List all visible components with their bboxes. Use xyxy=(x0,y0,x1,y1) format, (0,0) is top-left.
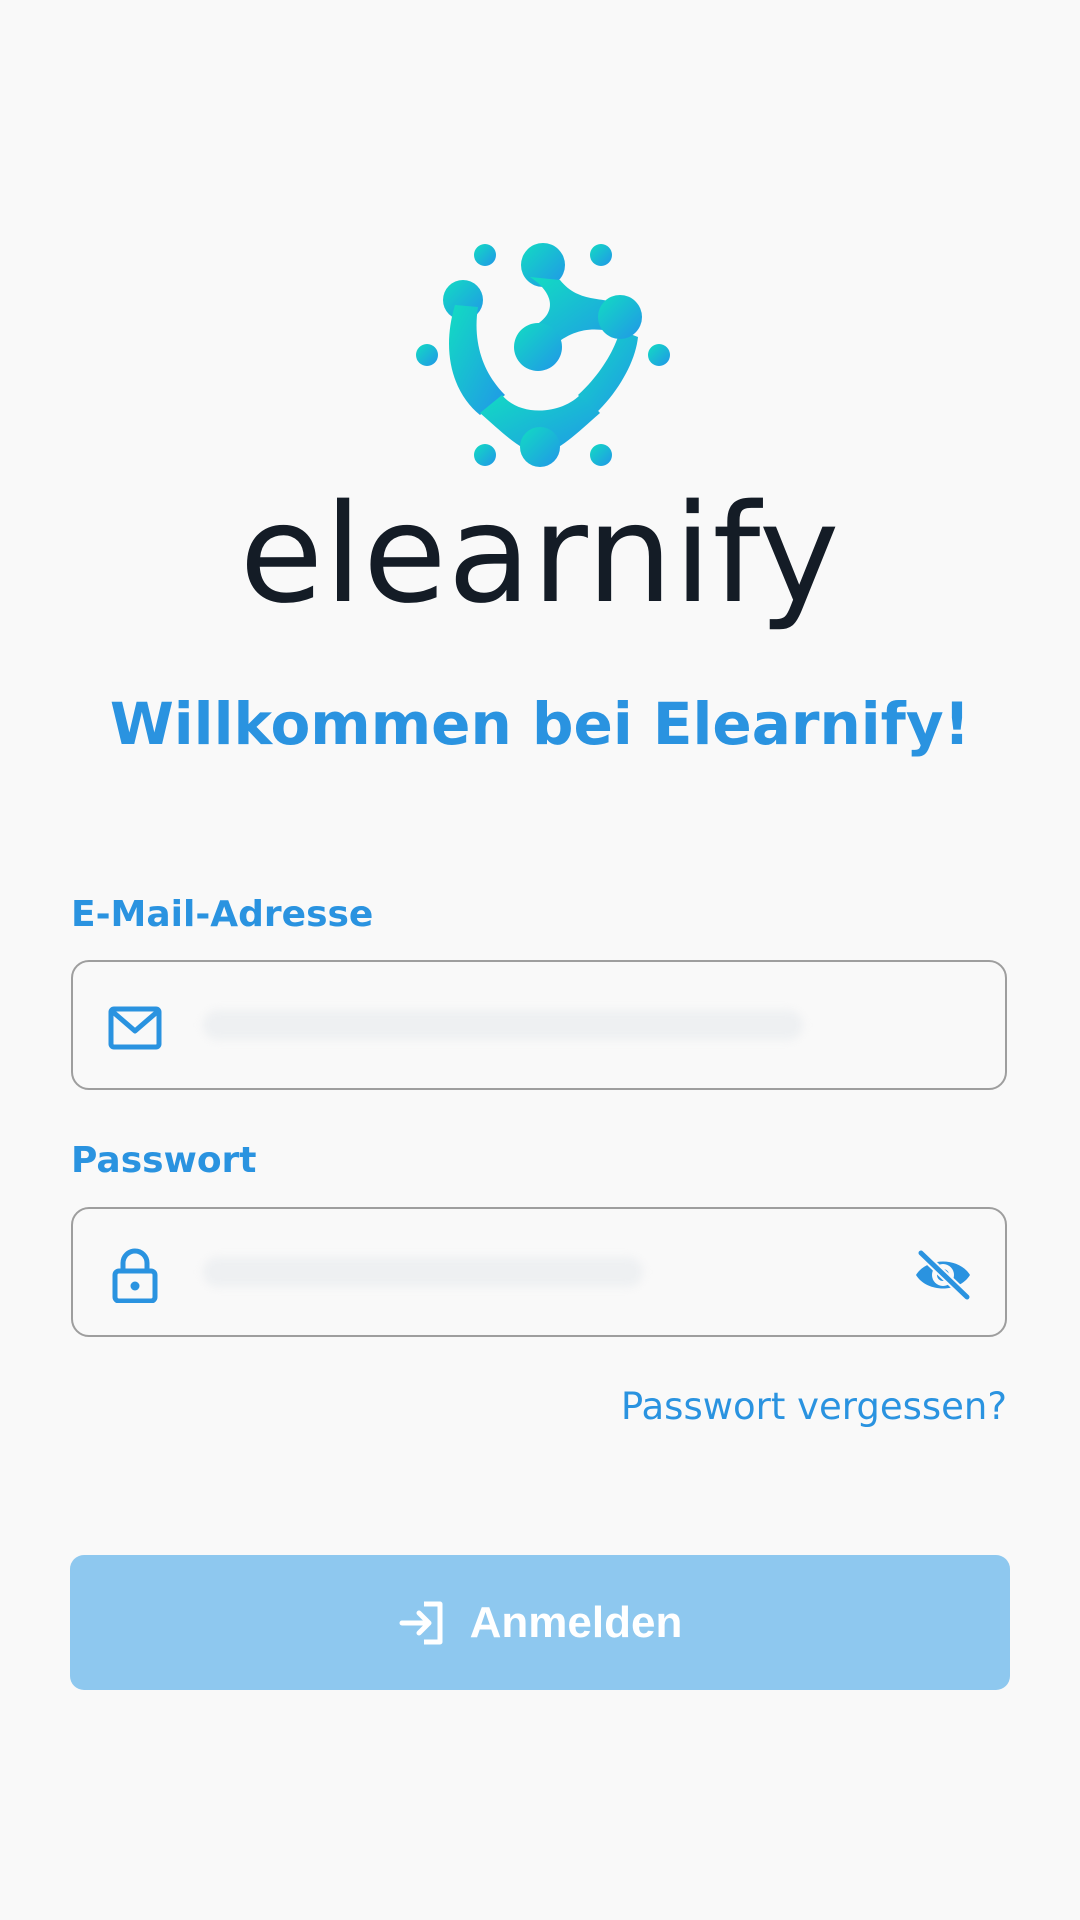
redacted-password-value xyxy=(203,1257,643,1287)
login-button[interactable]: Anmelden xyxy=(70,1555,1010,1690)
email-label: E-Mail-Adresse xyxy=(71,894,374,935)
password-field[interactable] xyxy=(71,1207,1007,1337)
login-icon xyxy=(399,1601,443,1644)
welcome-heading: Willkommen bei Elearnify! xyxy=(109,690,971,758)
login-screen: elearnify Willkommen bei Elearnify! E-Ma… xyxy=(0,0,1080,1920)
login-button-label: Anmelden xyxy=(469,1597,683,1647)
redacted-email-value xyxy=(203,1010,803,1040)
mail-icon xyxy=(108,1006,162,1050)
network-dots-logo-icon xyxy=(416,243,670,467)
email-field[interactable] xyxy=(71,960,1007,1090)
forgot-password-link[interactable]: Passwort vergessen? xyxy=(621,1382,1007,1432)
eye-off-icon[interactable] xyxy=(913,1247,973,1303)
app-wordmark: elearnify xyxy=(239,476,841,634)
password-label: Passwort xyxy=(71,1140,257,1181)
lock-icon xyxy=(112,1248,158,1303)
